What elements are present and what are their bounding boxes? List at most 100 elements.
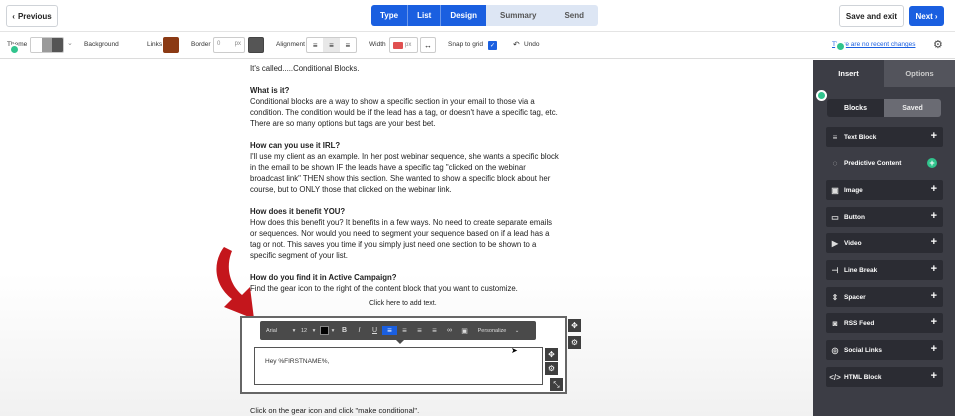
block-item-line-break[interactable]: ⊣ Line Break + — [826, 260, 943, 280]
block-item-rss-feed[interactable]: ◙ RSS Feed + — [826, 313, 943, 333]
text-color-swatch[interactable] — [320, 326, 329, 335]
link-icon[interactable]: ∞ — [442, 327, 457, 334]
plus-icon[interactable]: + — [931, 263, 937, 275]
links-color-swatch[interactable] — [163, 37, 179, 53]
width-input[interactable]: px — [389, 37, 418, 53]
block-item-label: Spacer — [844, 293, 866, 301]
add-text-placeholder[interactable]: Click here to add text. — [369, 300, 437, 307]
plus-icon[interactable]: + — [931, 236, 937, 248]
chevron-down-icon[interactable]: ⌄ — [67, 39, 73, 47]
undo-label[interactable]: Undo — [524, 41, 540, 48]
line-break-icon: ⊣ — [831, 265, 839, 275]
gear-icon[interactable]: ⚙ — [568, 336, 581, 349]
snap-grid-checkbox[interactable]: ✓ — [488, 41, 497, 50]
underline-icon[interactable]: U — [367, 327, 382, 334]
next-button[interactable]: Next › — [909, 6, 944, 26]
heading-find: How do you find it in Active Campaign? — [250, 273, 397, 282]
block-item-predictive-content[interactable]: ◌ Predictive Content + — [826, 153, 943, 173]
block-item-spacer[interactable]: ⇕ Spacer + — [826, 287, 943, 307]
align-center-icon[interactable]: ≡ — [397, 326, 412, 335]
plus-icon[interactable]: + — [931, 316, 937, 328]
step-type[interactable]: Type — [371, 5, 408, 26]
code-icon: </> — [829, 372, 841, 382]
plus-icon[interactable]: + — [927, 158, 937, 168]
image-icon[interactable]: ▣ — [457, 327, 472, 335]
plus-icon[interactable]: + — [931, 210, 937, 222]
tutorial-marker-dot — [835, 41, 846, 52]
border-unit: px — [234, 41, 241, 47]
text-editor-area[interactable]: Hey %FIRSTNAME%, — [254, 347, 543, 385]
align-center-icon[interactable]: ≡ — [323, 38, 340, 52]
theme-swatch[interactable] — [30, 37, 64, 53]
format-toolbar: Arial ▾ 12 ▾ ▾ B I U ≡ ≡ ≡ ≡ ∞ ▣ Persona… — [260, 321, 536, 340]
block-item-video[interactable]: ▶ Video + — [826, 233, 943, 253]
tutorial-marker-dot — [816, 90, 827, 101]
step-list[interactable]: List — [408, 5, 441, 26]
paragraph-what: Conditional blocks are a way to show a s… — [250, 97, 558, 128]
gear-icon[interactable]: ⚙ — [545, 362, 558, 375]
chevron-down-icon: ▾ — [331, 327, 335, 334]
mouse-cursor-icon: ➤ — [511, 346, 518, 355]
block-item-social-links[interactable]: ◎ Social Links + — [826, 340, 943, 360]
rss-icon: ◙ — [832, 318, 838, 328]
step-summary[interactable]: Summary — [485, 5, 551, 26]
previous-button[interactable]: ‹ Previous — [6, 5, 58, 27]
paragraph-irl: I'll use my client as an example. In her… — [250, 152, 559, 194]
align-justify-icon[interactable]: ≡ — [427, 326, 442, 335]
move-icon[interactable]: ✥ — [545, 348, 558, 361]
tab-options[interactable]: Options — [884, 60, 955, 87]
plus-icon[interactable]: + — [931, 343, 937, 355]
plus-icon[interactable]: + — [931, 183, 937, 195]
next-label: Next — [915, 11, 933, 21]
align-right-icon[interactable]: ≡ — [340, 38, 356, 52]
move-icon[interactable]: ✥ — [568, 319, 581, 332]
step-design[interactable]: Design — [441, 5, 486, 26]
align-right-icon[interactable]: ≡ — [412, 326, 427, 335]
social-icon: ◎ — [831, 345, 839, 355]
wizard-steps: Type List Design Summary Send — [371, 5, 599, 26]
block-item-label: RSS Feed — [844, 319, 875, 327]
plus-icon[interactable]: + — [931, 290, 937, 302]
subtab-blocks[interactable]: Blocks — [827, 99, 884, 117]
italic-icon[interactable]: I — [352, 327, 367, 334]
block-item-label: Image — [844, 186, 863, 194]
image-icon: ▣ — [831, 185, 839, 195]
format-toolbar-pointer — [395, 339, 405, 344]
border-width-input[interactable]: 0 px — [213, 37, 245, 53]
save-exit-button[interactable]: Save and exit — [839, 5, 904, 27]
gear-icon[interactable]: ⚙ — [933, 38, 943, 51]
resize-icon[interactable]: ⤡ — [550, 378, 563, 391]
swatch-dark — [52, 38, 63, 52]
block-item-text-block[interactable]: ≡ Text Block + — [826, 127, 943, 147]
block-item-button[interactable]: ▭ Button + — [826, 207, 943, 227]
block-item-label: HTML Block — [844, 373, 882, 381]
personalize-select[interactable]: Personalize — [472, 328, 512, 334]
font-size-select[interactable]: 12 — [298, 328, 310, 334]
text-lines-icon: ≡ — [832, 132, 838, 142]
predictive-icon: ◌ — [832, 158, 838, 168]
step-send[interactable]: Send — [550, 5, 599, 26]
design-toolbar: Theme ⌄ Background Links Border 0 px Ali… — [0, 32, 955, 59]
block-item-image[interactable]: ▣ Image + — [826, 180, 943, 200]
red-arrow-annotation — [216, 247, 254, 319]
chevron-down-icon: ▾ — [312, 327, 316, 334]
background-label: Background — [84, 41, 119, 48]
full-width-icon[interactable]: ↔ — [420, 37, 436, 53]
border-color-swatch[interactable] — [248, 37, 264, 53]
border-value: 0 — [217, 41, 221, 47]
block-item-label: Video — [844, 239, 862, 247]
chevron-right-icon: › — [934, 11, 938, 21]
links-label: Links — [147, 41, 163, 48]
font-select[interactable]: Arial — [266, 328, 290, 334]
plus-icon[interactable]: + — [931, 130, 937, 142]
undo-icon[interactable]: ↶ — [513, 40, 520, 49]
align-left-icon[interactable]: ≡ — [307, 38, 323, 52]
border-label: Border — [191, 41, 211, 48]
plus-icon[interactable]: + — [931, 370, 937, 382]
tab-insert[interactable]: Insert — [813, 60, 884, 87]
block-item-label: Line Break — [844, 266, 878, 274]
block-item-html-block[interactable]: </> HTML Block + — [826, 367, 943, 387]
bold-icon[interactable]: B — [337, 327, 352, 334]
subtab-saved[interactable]: Saved — [884, 99, 941, 117]
align-left-icon[interactable]: ≡ — [382, 326, 397, 335]
